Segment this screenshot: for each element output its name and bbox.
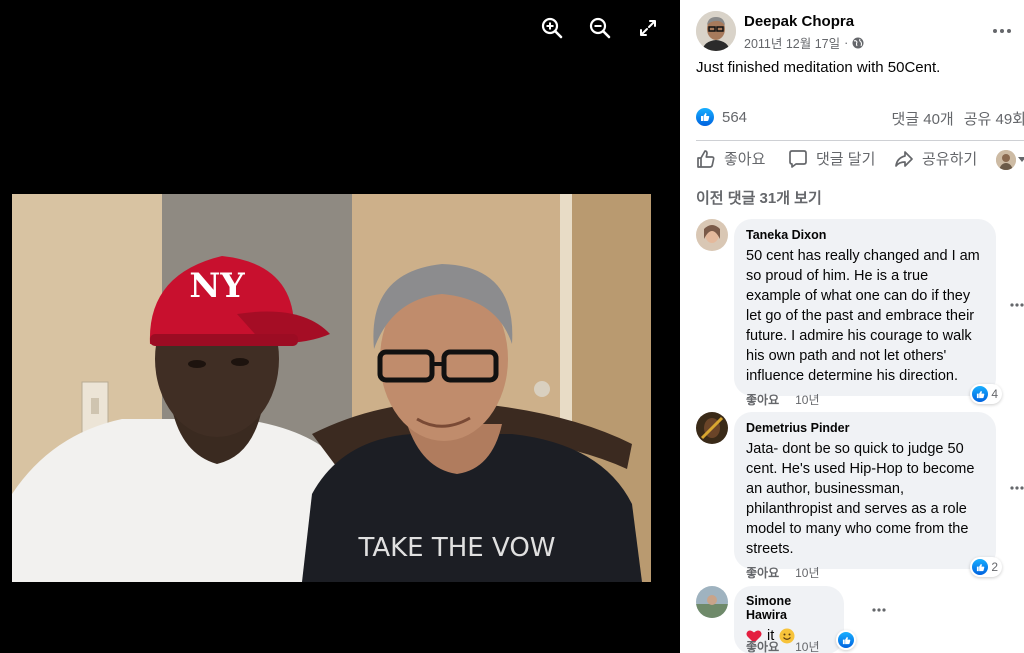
post-more-button[interactable]	[988, 17, 1016, 45]
post-header: Deepak Chopra 2011년 12월 17일 ·	[696, 11, 1016, 53]
photo-viewer: NY TAKE THE VOW	[0, 0, 680, 653]
comment-text-line: example of what one can do if they	[746, 288, 971, 304]
comment-text-line: his own path and not let others'	[746, 348, 947, 364]
comment-footer: 좋아요 10년	[746, 638, 820, 653]
author-name[interactable]: Deepak Chopra	[744, 13, 854, 30]
divider	[696, 140, 1024, 141]
post-actions: 좋아요 댓글 달기 공유하기	[696, 148, 1024, 174]
comment-like-button[interactable]: 좋아요	[746, 564, 779, 581]
comment-text-line: influence determine his direction.	[746, 368, 958, 384]
author-avatar[interactable]	[696, 11, 736, 51]
comment-label: 댓글 달기	[816, 151, 876, 168]
post-photo[interactable]: NY TAKE THE VOW	[12, 194, 651, 582]
comment-item: Simone Hawira it 좋아요 10년	[696, 586, 1024, 653]
post-panel: Deepak Chopra 2011년 12월 17일 · Just finis…	[680, 0, 1024, 653]
more-icon	[1010, 486, 1024, 490]
comment-like-button[interactable]: 좋아요	[746, 391, 779, 408]
comment-text-line: cent. He's used Hip-Hop to become	[746, 461, 975, 477]
meta-separator: ·	[844, 35, 849, 50]
comment-time[interactable]: 10년	[795, 391, 819, 408]
comment-count[interactable]: 댓글 40개	[891, 108, 953, 129]
comment-icon	[789, 149, 807, 168]
globe-icon	[852, 37, 864, 48]
like-reaction-icon	[838, 632, 854, 648]
commenter-avatar[interactable]	[696, 219, 728, 251]
commenter-name[interactable]: Simone Hawira	[746, 594, 832, 622]
comment-time[interactable]: 10년	[795, 638, 819, 653]
share-button[interactable]: 공유하기	[894, 148, 977, 169]
zoom-in-icon	[541, 17, 563, 39]
zoom-in-button[interactable]	[538, 14, 566, 42]
post-meta: 2011년 12월 17일 ·	[744, 33, 864, 52]
comment-text-line: so proud of him. He is a true	[746, 268, 929, 284]
comment-button[interactable]: 댓글 달기	[788, 148, 875, 169]
comment-more-button[interactable]	[1006, 477, 1024, 499]
like-reaction-icon	[696, 108, 714, 126]
more-icon	[872, 608, 886, 612]
commenter-avatar[interactable]	[696, 412, 728, 444]
like-button[interactable]: 좋아요	[696, 148, 765, 169]
share-icon	[895, 150, 913, 167]
comment-text-line: an author, businessman,	[746, 481, 904, 497]
fullscreen-icon	[640, 20, 656, 36]
more-icon	[993, 29, 1011, 33]
comment-bubble: Taneka Dixon 50 cent has really changed …	[734, 219, 1002, 404]
photo-illustration: NY TAKE THE VOW	[12, 194, 651, 582]
like-label: 좋아요	[724, 151, 766, 168]
thumbs-up-icon	[697, 149, 715, 168]
more-icon	[1010, 303, 1024, 307]
comment-item: Demetrius Pinder Jata- dont be so quick …	[696, 412, 1024, 582]
comment-footer: 좋아요 10년	[746, 564, 820, 581]
comment-footer: 좋아요 10년	[746, 391, 820, 408]
commenter-name[interactable]: Demetrius Pinder	[746, 421, 984, 435]
shirt-text: TAKE THE VOW	[357, 533, 555, 563]
comment-text-line: future. I admire his courage to walk	[746, 328, 972, 344]
share-label: 공유하기	[922, 151, 978, 168]
post-stats: 564 댓글 40개 공유 49회	[696, 107, 1024, 131]
commenter-avatar[interactable]	[696, 586, 728, 618]
comment-time[interactable]: 10년	[795, 564, 819, 581]
comment-reaction-count: 2	[991, 560, 998, 574]
zoom-out-icon	[589, 17, 611, 39]
comment-more-button[interactable]	[1006, 294, 1024, 316]
commenter-name[interactable]: Taneka Dixon	[746, 228, 984, 242]
comment-text-line: 50 cent has really changed and I am	[746, 248, 980, 264]
comment-reactions[interactable]: 4	[970, 384, 1002, 404]
comment-text-line: streets.	[746, 541, 794, 557]
comment-reactions[interactable]: 2	[970, 557, 1002, 577]
comment-reaction-count: 4	[991, 387, 998, 401]
comment-more-button[interactable]	[868, 599, 890, 621]
post-text: Just finished meditation with 50Cent.	[696, 59, 941, 76]
view-previous-comments[interactable]: 이전 댓글 31개 보기	[696, 187, 822, 208]
comment-text-line: Jata- dont be so quick to judge 50	[746, 441, 964, 457]
share-count[interactable]: 공유 49회	[964, 108, 1024, 129]
like-count: 564	[722, 108, 748, 126]
comment-text-line: philanthropist and serves as a role	[746, 501, 967, 517]
comment-reactions[interactable]	[836, 630, 856, 650]
comment-item: Taneka Dixon 50 cent has really changed …	[696, 219, 1024, 409]
comment-bubble: Demetrius Pinder Jata- dont be so quick …	[734, 412, 1002, 577]
comment-text-line: model to many who come from the	[746, 521, 969, 537]
user-avatar	[996, 150, 1016, 170]
svg-text:NY: NY	[189, 266, 245, 306]
comment-as-selector[interactable]	[996, 150, 1024, 170]
comment-like-button[interactable]: 좋아요	[746, 638, 779, 653]
like-reaction-icon	[972, 559, 989, 575]
reaction-summary[interactable]: 564	[696, 108, 747, 126]
zoom-out-button[interactable]	[586, 14, 614, 42]
caret-down-icon	[1018, 157, 1024, 162]
viewer-toolbar	[538, 14, 662, 42]
stats-right: 댓글 40개 공유 49회	[891, 108, 1024, 129]
post-date[interactable]: 2011년 12월 17일	[744, 33, 840, 52]
comment-text-line: let go of the past and embrace their	[746, 308, 975, 324]
fullscreen-button[interactable]	[634, 14, 662, 42]
like-reaction-icon	[972, 386, 989, 402]
